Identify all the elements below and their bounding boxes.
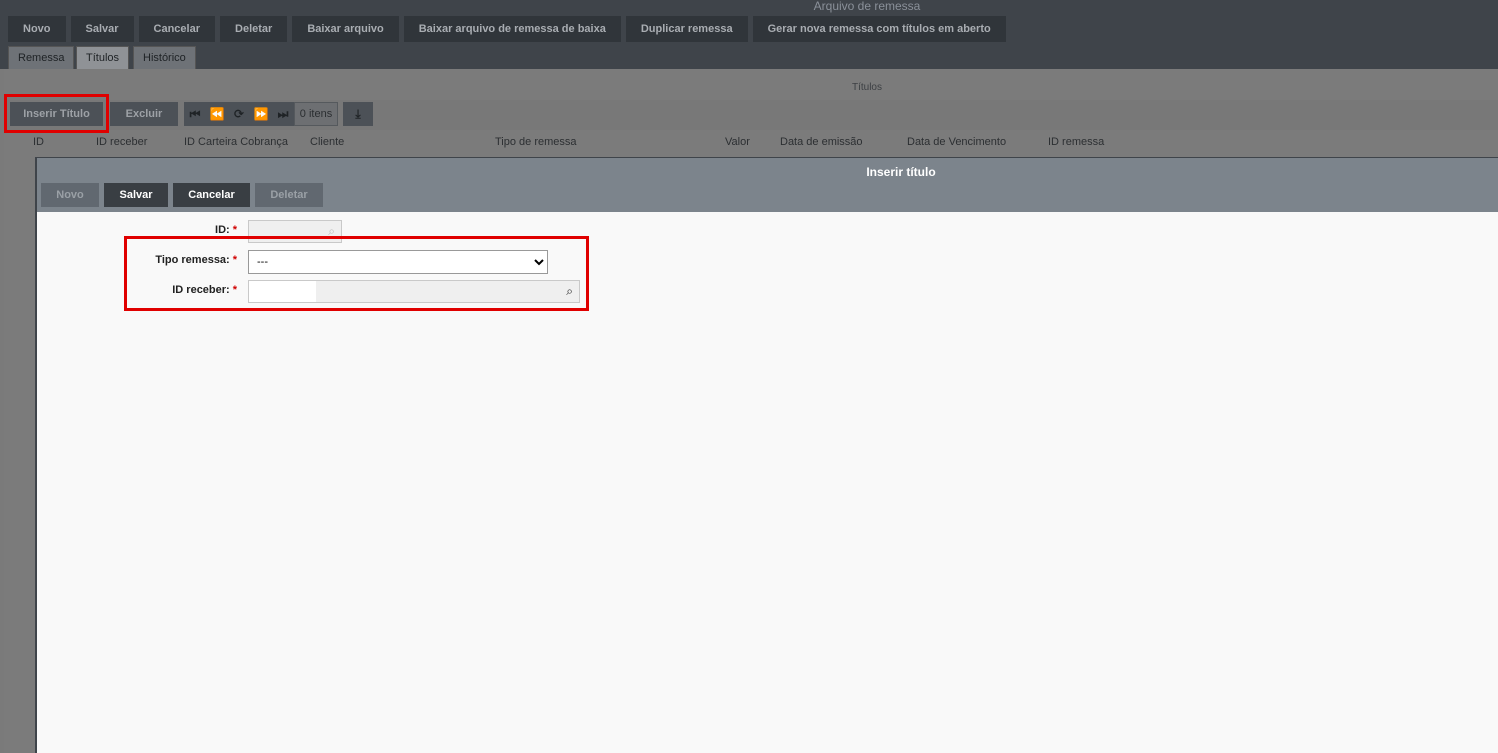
salvar-button[interactable]: Salvar bbox=[70, 16, 134, 42]
refresh-icon[interactable]: ⟳ bbox=[228, 107, 250, 121]
pager: ⏮ ⏪ ⟳ ⏩ ⏭ 0 itens bbox=[184, 102, 338, 126]
section-title: Títulos bbox=[851, 82, 882, 93]
modal-novo-button[interactable]: Novo bbox=[41, 183, 99, 207]
col-id-carteira[interactable]: ID Carteira Cobrança bbox=[184, 136, 288, 148]
modal-deletar-button[interactable]: Deletar bbox=[255, 183, 323, 207]
first-page-icon[interactable]: ⏮ bbox=[184, 107, 206, 122]
col-valor[interactable]: Valor bbox=[725, 136, 750, 148]
modal-salvar-button[interactable]: Salvar bbox=[104, 183, 168, 207]
tab-bar: Remessa Títulos Histórico bbox=[0, 44, 1498, 69]
col-tipo-remessa[interactable]: Tipo de remessa bbox=[495, 136, 577, 148]
col-id[interactable]: ID bbox=[33, 136, 44, 148]
download-icon[interactable]: ⤓ bbox=[343, 102, 373, 126]
novo-button[interactable]: Novo bbox=[8, 16, 66, 42]
last-page-icon[interactable]: ⏭ bbox=[272, 107, 294, 122]
duplicar-remessa-button[interactable]: Duplicar remessa bbox=[625, 16, 748, 42]
gerar-nova-remessa-button[interactable]: Gerar nova remessa com títulos em aberto bbox=[752, 16, 1006, 42]
col-data-vencimento[interactable]: Data de Vencimento bbox=[907, 136, 1006, 148]
app-titlebar: Arquivo de remessa Novo Salvar Cancelar … bbox=[0, 0, 1498, 44]
tab-remessa[interactable]: Remessa bbox=[8, 46, 75, 69]
main-toolbar: Novo Salvar Cancelar Deletar Baixar arqu… bbox=[8, 16, 1006, 42]
next-page-icon[interactable]: ⏩ bbox=[250, 107, 272, 121]
modal-cancelar-button[interactable]: Cancelar bbox=[173, 183, 250, 207]
baixar-arquivo-button[interactable]: Baixar arquivo bbox=[292, 16, 399, 42]
modal-header: Inserir título Novo Salvar Cancelar Dele… bbox=[37, 158, 1498, 212]
table-header: ID ID receber ID Carteira Cobrança Clien… bbox=[4, 134, 1498, 152]
highlight-box bbox=[4, 94, 109, 133]
modal-title: Inserir título bbox=[866, 165, 936, 179]
previous-page-icon[interactable]: ⏪ bbox=[206, 107, 228, 121]
cancelar-button[interactable]: Cancelar bbox=[138, 16, 216, 42]
app-title: Arquivo de remessa bbox=[813, 0, 921, 13]
excluir-button[interactable]: Excluir bbox=[110, 102, 178, 126]
id-label: ID: * bbox=[215, 224, 237, 236]
col-id-remessa[interactable]: ID remessa bbox=[1048, 136, 1104, 148]
col-id-receber[interactable]: ID receber bbox=[96, 136, 147, 148]
tab-historico[interactable]: Histórico bbox=[133, 46, 196, 69]
baixar-remessa-baixa-button[interactable]: Baixar arquivo de remessa de baixa bbox=[403, 16, 621, 42]
highlight-box bbox=[124, 236, 589, 311]
col-data-emissao[interactable]: Data de emissão bbox=[780, 136, 863, 148]
modal-toolbar: Novo Salvar Cancelar Deletar bbox=[41, 183, 323, 207]
col-cliente[interactable]: Cliente bbox=[310, 136, 344, 148]
deletar-button[interactable]: Deletar bbox=[220, 16, 288, 42]
item-count: 0 itens bbox=[294, 102, 338, 126]
tab-titulos[interactable]: Títulos bbox=[76, 46, 130, 69]
